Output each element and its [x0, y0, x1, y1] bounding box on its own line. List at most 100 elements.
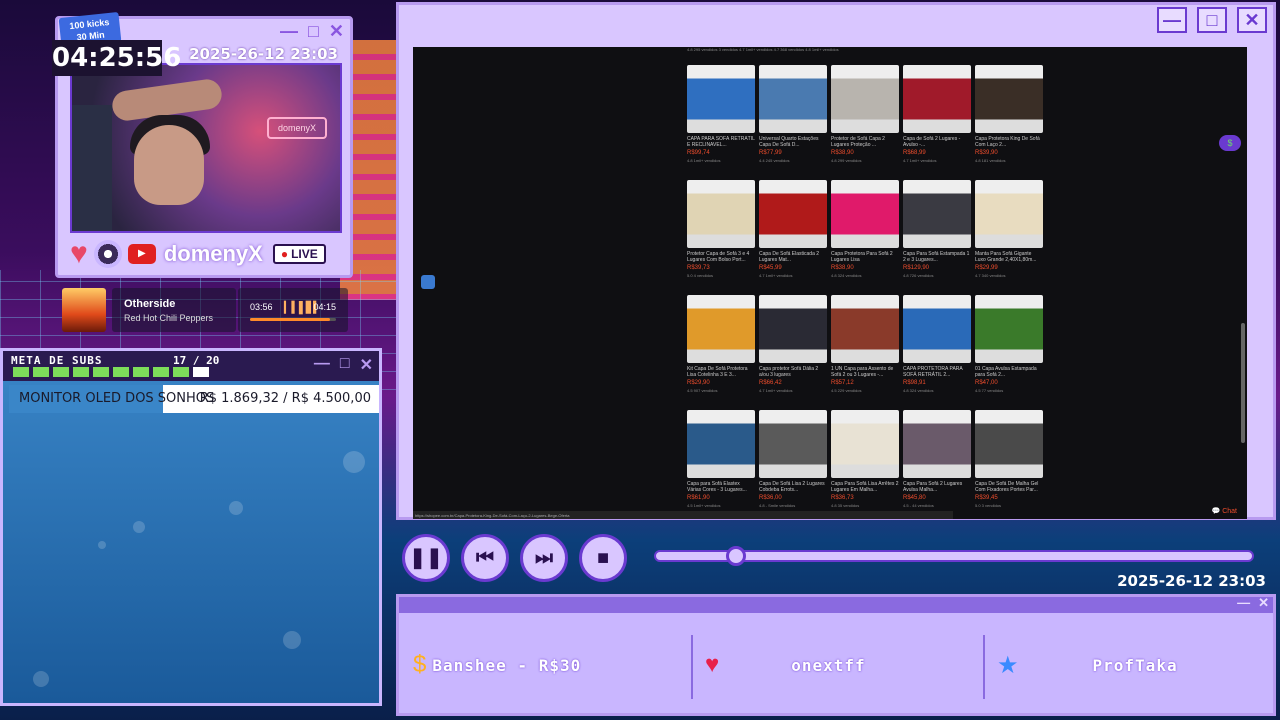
product-sales: 4.7 1mil+ vendidos: [903, 158, 937, 163]
product-card[interactable]: Capa De Sofá Elasticada 2 Lugares Mat...…: [759, 180, 827, 293]
product-card[interactable]: Protetor Capa de Sofá 3 e 4 Lugares Com …: [687, 180, 755, 293]
streamer-face: [134, 125, 204, 205]
product-card[interactable]: Capa De Sofá De Malha Gel Com Fixadores …: [975, 410, 1043, 519]
donation-goal-label: MONITOR OLED DOS SONHOS: [19, 391, 215, 406]
product-price: R$45,80: [903, 495, 926, 501]
product-title: Capa para Sofá Elastex Várias Cores - 3 …: [687, 481, 747, 493]
divider: [983, 635, 985, 699]
product-card[interactable]: Capa Protetora Para Sofá 2 Lugares Lisa R…: [831, 180, 899, 293]
bubble: [133, 521, 145, 533]
minimize-icon[interactable]: —: [314, 355, 330, 375]
seek-knob[interactable]: [725, 546, 746, 566]
webcam-window-buttons: — □ ✕: [280, 21, 344, 41]
pause-button[interactable]: ❚❚: [402, 534, 450, 582]
product-title: Capa De Sofá Lisa 2 Lugares Cobdeba Erro…: [759, 481, 825, 493]
product-sales: 4.8 324 vendidos: [831, 273, 862, 278]
product-card[interactable]: Protetor de Sofá Capa 2 Lugares Proteção…: [831, 65, 899, 178]
product-card[interactable]: Universal Quarto Estações Capa De Sofá D…: [759, 65, 827, 178]
product-card[interactable]: Capa Para Sofá 2 Lugares Avulsa Malha...…: [903, 410, 971, 519]
track-title: Otherside: [124, 298, 176, 310]
page-scrollbar[interactable]: [1241, 323, 1245, 443]
product-price: R$98,91: [903, 380, 926, 386]
product-card[interactable]: Capa Protetora King De Sofá Com Laço 2..…: [975, 65, 1043, 178]
next-button[interactable]: ⏭: [520, 534, 568, 582]
track-info: Otherside Red Hot Chili Peppers: [112, 288, 236, 332]
subs-goal-block: [13, 367, 29, 377]
subs-goal-block: [53, 367, 69, 377]
product-card[interactable]: Capa protetor Sofá Dália 2 a/ou 3 lugare…: [759, 295, 827, 408]
product-title: Capa Para Sofá Estampada 1 2 e 3 Lugares…: [903, 251, 970, 263]
product-sales: 4.8 299 vendidos: [831, 158, 862, 163]
close-icon[interactable]: ✕: [1237, 7, 1267, 33]
extension-icon[interactable]: [421, 275, 435, 289]
product-card[interactable]: 1 UN Capa para Assento de Sofá 2 ou 3 Lu…: [831, 295, 899, 408]
minimize-icon[interactable]: —: [280, 21, 298, 41]
heart-icon: ♥: [70, 237, 88, 270]
youtube-icon: ▶: [127, 244, 156, 264]
shopping-page: 4.8 295 vendidos 3 vendidos 4.7 1mil+ ve…: [413, 47, 1247, 519]
product-card[interactable]: Kit Capa De Sofá Protetora Lisa Cotelinh…: [687, 295, 755, 408]
product-price: R$29,90: [687, 380, 710, 386]
subs-window-buttons: — □ ✕: [314, 355, 373, 375]
product-price: R$39,73: [687, 265, 710, 271]
subs-goal-title: META DE SUBS: [11, 354, 103, 367]
disc-icon: [93, 240, 122, 268]
product-price: R$57,12: [831, 380, 854, 386]
album-art: [62, 288, 106, 332]
product-title: CAPA PARA SOFÁ RETRÁTIL E RECLINAVEL...: [687, 136, 755, 148]
latest-follower: ♥ onextff: [705, 637, 866, 693]
product-card[interactable]: Capa Para Sofá Estampada 1 2 e 3 Lugares…: [903, 180, 971, 293]
product-sales: 4.4 245 vendidos: [759, 158, 790, 163]
product-image: [759, 65, 827, 133]
gaming-chair: [72, 105, 112, 231]
product-sales: 4.5 907 vendidos: [687, 388, 718, 393]
product-image: [903, 410, 971, 478]
product-card[interactable]: Capa para Sofá Elastex Várias Cores - 3 …: [687, 410, 755, 519]
minimize-icon[interactable]: —: [1237, 595, 1250, 611]
product-title: Capa protetor Sofá Dália 2 a/ou 3 lugare…: [759, 366, 819, 378]
close-icon[interactable]: ✕: [329, 21, 344, 41]
product-image: [831, 410, 899, 478]
seek-bar[interactable]: [654, 546, 1254, 566]
neon-sign: domenyX: [267, 117, 327, 139]
product-price: R$99,74: [687, 150, 710, 156]
chat-button[interactable]: 💬 Chat: [1212, 507, 1237, 515]
close-icon[interactable]: ✕: [360, 355, 373, 375]
coin-icon[interactable]: $: [1219, 135, 1241, 151]
product-image: [759, 180, 827, 248]
stop-button[interactable]: ■: [579, 534, 627, 582]
browser-window: — □ ✕ 4.8 295 vendidos 3 vendidos 4.7 1m…: [396, 2, 1276, 520]
product-image: [975, 65, 1043, 133]
product-card[interactable]: Manta Para Sofá Gigante Luxo Grande 2,40…: [975, 180, 1043, 293]
product-title: Capa Protetora Para Sofá 2 Lugares Lisa: [831, 251, 893, 263]
close-icon[interactable]: ✕: [1258, 595, 1269, 611]
product-card[interactable]: CAPA PARA SOFÁ RETRÁTIL E RECLINAVEL... R…: [687, 65, 755, 178]
product-card[interactable]: 01 Capa Avulsa Estampada para Sofá 2... R…: [975, 295, 1043, 408]
subs-goal-header: META DE SUBS 17 / 20 — □ ✕: [3, 351, 379, 381]
product-card[interactable]: Capa de Sofá 2 Lugares - Avulso -... R$68…: [903, 65, 971, 178]
product-card[interactable]: Capa Para Sofá Lisa Arrêtes 2 Lugares Em…: [831, 410, 899, 519]
product-card[interactable]: CAPA PROTETORA PARA SOFÁ RETRÁTIL 2... R$…: [903, 295, 971, 408]
track-progress-fill: [250, 318, 330, 321]
minimize-icon[interactable]: —: [1157, 7, 1187, 33]
latest-follower-text: onextff: [791, 655, 866, 675]
product-sales: 4.5 - 44 vendidos: [903, 503, 934, 508]
previous-button[interactable]: ⏮: [461, 534, 509, 582]
product-card[interactable]: Capa De Sofá Lisa 2 Lugares Cobdeba Erro…: [759, 410, 827, 519]
maximize-icon[interactable]: □: [1197, 7, 1227, 33]
maximize-icon[interactable]: □: [340, 355, 350, 375]
product-sales: 5.0 4 vendidos: [687, 273, 714, 278]
product-title: Capa de Sofá 2 Lugares - Avulso -...: [903, 136, 961, 148]
subs-goal-block: [133, 367, 149, 377]
dollar-icon: $: [413, 651, 427, 678]
product-title: Capa Para Sofá 2 Lugares Avulsa Malha...: [903, 481, 963, 493]
maximize-icon[interactable]: □: [308, 21, 319, 41]
stream-timer: 04:25:56: [52, 40, 181, 76]
subs-goal-block: [153, 367, 169, 377]
product-price: R$29,99: [975, 265, 998, 271]
product-sales: 4.8 181 vendidos: [975, 158, 1006, 163]
product-image: [975, 180, 1043, 248]
product-image: [831, 65, 899, 133]
product-price: R$66,42: [759, 380, 782, 386]
product-price: R$38,90: [831, 265, 854, 271]
